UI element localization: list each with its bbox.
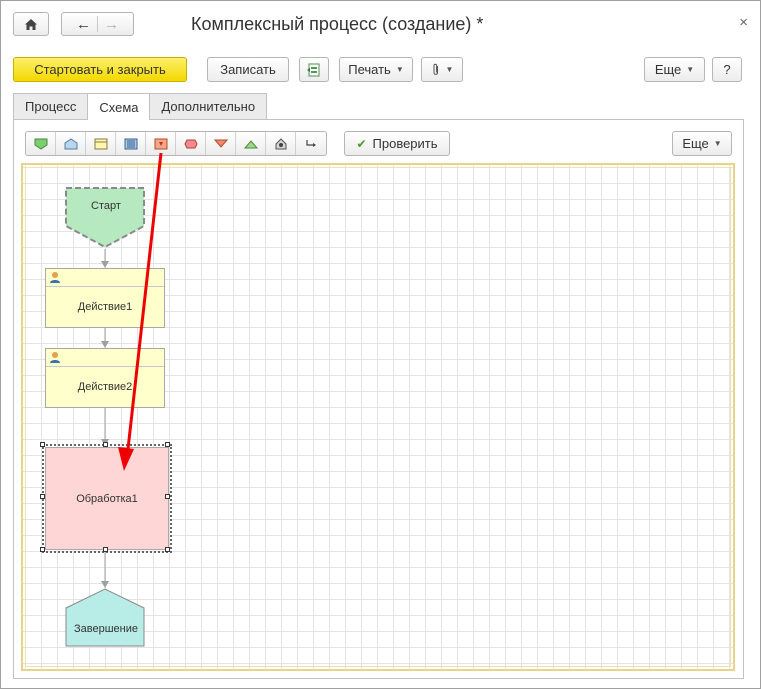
processing-label: Обработка1 [76, 492, 138, 505]
selection-handle[interactable] [165, 547, 170, 552]
help-button[interactable]: ? [712, 57, 742, 82]
chevron-down-icon: ▼ [713, 139, 722, 148]
scheme-more-button[interactable]: Еще ▼ [672, 131, 732, 156]
checkmark-icon: ✔ [356, 136, 367, 151]
process-window: ← → Комплексный процесс (создание) * × С… [0, 0, 761, 689]
nav-separator [97, 16, 98, 32]
condition-tool[interactable] [176, 132, 206, 155]
save-label: Записать [220, 62, 276, 77]
hand-connector-icon [275, 137, 286, 149]
action2-header [46, 349, 164, 367]
split-tool[interactable] [206, 132, 236, 155]
tab-scheme[interactable]: Схема [87, 93, 151, 120]
save-button[interactable]: Записать [207, 57, 289, 82]
more-label: Еще [654, 62, 682, 77]
action-shape-icon [94, 138, 107, 149]
scheme-more-label: Еще [682, 136, 709, 151]
selection-handle[interactable] [103, 547, 108, 552]
print-label: Печать [348, 62, 391, 77]
related-documents-button[interactable] [299, 57, 329, 82]
join-tool[interactable] [236, 132, 266, 155]
home-button[interactable] [13, 12, 49, 36]
selection-handle[interactable] [40, 494, 45, 499]
history-navigation: ← → [61, 12, 134, 36]
tab-additional-label: Дополнительно [161, 99, 256, 114]
arrow-right-icon[interactable]: → [104, 17, 119, 32]
condition-shape-icon [183, 139, 198, 148]
paperclip-icon [433, 63, 438, 75]
tab-bar: Процесс Схема Дополнительно [13, 93, 268, 120]
subprocess-shape-icon [124, 138, 137, 149]
home-icon [25, 18, 37, 30]
check-label: Проверить [372, 136, 438, 151]
processing-shape-icon [154, 138, 167, 149]
split-shape-icon [213, 139, 228, 148]
join-shape-icon [243, 139, 258, 148]
start-node-label: Старт [91, 200, 121, 212]
action-tool[interactable] [86, 132, 116, 155]
window-title: Комплексный процесс (создание) * [191, 14, 484, 34]
check-button[interactable]: ✔ Проверить [344, 131, 450, 156]
more-button[interactable]: Еще ▼ [644, 57, 705, 82]
start-and-close-label: Стартовать и закрыть [34, 62, 166, 77]
selection-handle[interactable] [40, 442, 45, 447]
start-and-close-button[interactable]: Стартовать и закрыть [13, 57, 187, 82]
finish-node-label: Завершение [74, 623, 138, 635]
action1-label: Действие1 [77, 301, 133, 313]
attachments-button[interactable]: ▼ [421, 57, 463, 82]
document-tree-icon [307, 63, 320, 76]
end-point-tool[interactable] [56, 132, 86, 155]
print-button[interactable]: Печать ▼ [339, 57, 413, 82]
tab-process[interactable]: Процесс [13, 93, 89, 119]
subprocess-tool[interactable] [116, 132, 146, 155]
selection-handle[interactable] [40, 547, 45, 552]
connector-tool[interactable] [266, 132, 296, 155]
help-label: ? [723, 62, 731, 77]
selection-handle[interactable] [103, 442, 108, 447]
arrow-left-icon[interactable]: ← [76, 17, 91, 32]
selection-handle[interactable] [165, 442, 170, 447]
action1-header [46, 269, 164, 287]
chevron-down-icon: ▼ [445, 65, 454, 74]
action2-node[interactable]: Действие2 [45, 348, 165, 408]
user-icon [50, 352, 60, 363]
connect-tool[interactable] [296, 132, 326, 155]
finish-node[interactable] [64, 587, 148, 649]
action1-node[interactable]: Действие1 [45, 268, 165, 328]
chevron-down-icon: ▼ [686, 65, 695, 74]
selection-handle[interactable] [165, 494, 170, 499]
close-icon[interactable]: × [739, 14, 748, 31]
processing-tool[interactable] [146, 132, 176, 155]
tab-additional[interactable]: Дополнительно [149, 93, 268, 119]
tab-scheme-label: Схема [99, 99, 139, 115]
processing-node[interactable]: Обработка1 [42, 444, 172, 553]
start-shape-icon [34, 138, 47, 150]
tab-process-label: Процесс [25, 99, 77, 114]
chevron-down-icon: ▼ [395, 65, 404, 74]
user-icon [50, 272, 60, 283]
scheme-tool-group [25, 131, 327, 156]
start-point-tool[interactable] [26, 132, 56, 155]
end-shape-icon [64, 137, 77, 149]
action2-label: Действие2 [77, 381, 133, 393]
scheme-canvas[interactable]: Старт Действие1 Действие2 Обработка1 Зав… [21, 163, 735, 671]
start-node[interactable] [64, 186, 148, 250]
connect-arrow-icon [306, 139, 316, 147]
